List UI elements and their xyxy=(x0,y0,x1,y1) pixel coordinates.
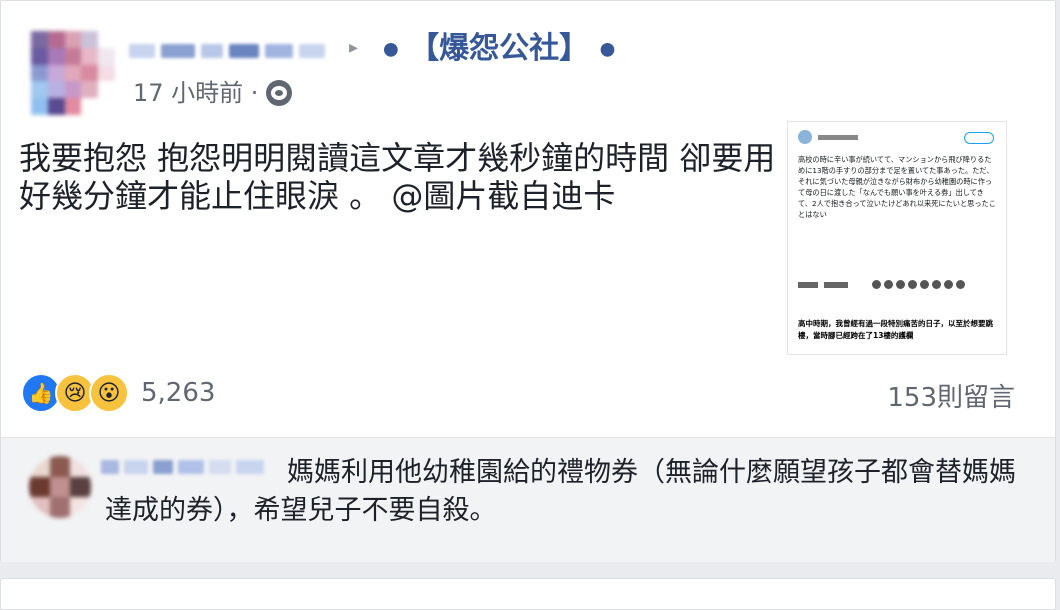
bullet-icon: ● xyxy=(383,38,399,60)
shared-image[interactable]: 高校の時に辛い事が続いてて、マンションから飛び降りるために13階の手すりの部分ま… xyxy=(787,121,1007,355)
tweet-text: 高校の時に辛い事が続いてて、マンションから飛び降りるために13階の手すりの部分ま… xyxy=(798,155,996,219)
page-name[interactable]: 【爆怨公社】 xyxy=(409,31,589,66)
share-arrow-icon: ▸ xyxy=(349,37,359,58)
next-post-card xyxy=(0,578,1056,610)
reactions-bar[interactable]: 👍 😢 😮 5,263 xyxy=(21,373,215,413)
post-card: ▸ ● 【爆怨公社】 ● 17 小時前 · 我要抱怨 抱怨明明閱讀這文章才幾秒鐘… xyxy=(0,0,1056,562)
commenter-avatar[interactable] xyxy=(29,456,91,518)
page-name-link[interactable]: ● 【爆怨公社】 ● xyxy=(383,29,615,70)
poster-avatar[interactable] xyxy=(31,31,115,115)
tweet-avatar xyxy=(798,130,812,144)
comments-count[interactable]: 153則留言 xyxy=(887,377,1015,414)
audience-icon[interactable] xyxy=(266,80,293,106)
wow-icon: 😮 xyxy=(89,373,129,413)
post-meta: 17 小時前 · xyxy=(133,77,293,109)
poster-name-blurred[interactable] xyxy=(129,39,357,63)
reaction-count[interactable]: 5,263 xyxy=(141,378,215,408)
post-time[interactable]: 17 小時前 · xyxy=(133,77,258,109)
tweet-header xyxy=(798,130,858,144)
comment-section: 媽媽利用他幼稚園給的禮物券（無論什麼願望孩子都會替媽媽達成的券），希望兒子不要自… xyxy=(1,437,1055,562)
comment-text: 媽媽利用他幼稚園給的禮物券（無論什麼願望孩子都會替媽媽達成的券），希望兒子不要自… xyxy=(105,457,1016,526)
post-text: 我要抱怨 抱怨明明閱讀這文章才幾秒鐘的時間 卻要用好幾分鐘才能止住眼淚 。 @圖… xyxy=(19,139,776,215)
bullet-icon: ● xyxy=(599,38,616,60)
tweet-name xyxy=(818,134,858,140)
tweet-likers xyxy=(872,280,965,289)
image-caption: 高中時期，我曾經有過一段特別痛苦的日子，以至於想要跳樓，當時腳已經跨在了13樓的… xyxy=(798,319,993,340)
tweet-follow-button xyxy=(964,132,994,144)
